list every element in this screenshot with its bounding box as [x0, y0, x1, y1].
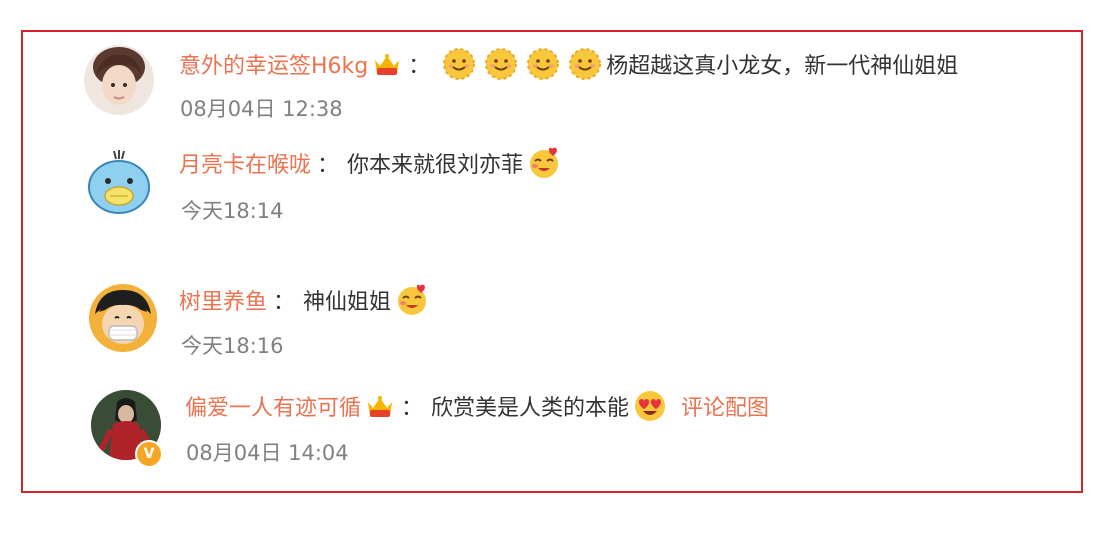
comment-image-link[interactable]: 评论配图	[681, 390, 769, 422]
comment-text: 神仙姐姐	[303, 290, 392, 315]
avatar[interactable]	[84, 149, 154, 219]
comment-text: 你本来就很刘亦菲	[347, 153, 524, 178]
comment-username[interactable]: 树里养鱼	[179, 284, 267, 316]
crown-badge-icon	[372, 50, 402, 78]
comment-timestamp: 今天18:14	[181, 199, 284, 223]
smile-emoji-icon	[525, 46, 561, 82]
heart-eyes-emoji-icon	[632, 388, 668, 424]
comment-colon: ：	[317, 153, 340, 178]
crown-badge-icon	[365, 392, 395, 420]
comment-username[interactable]: 偏爱一人有迹可循	[185, 390, 361, 422]
comment-username[interactable]: 意外的幸运签H6kg	[179, 48, 368, 80]
comment-colon: ：	[408, 54, 431, 79]
comment-timestamp: 今天18:16	[181, 334, 284, 358]
smile-emoji-icon	[567, 46, 603, 82]
verified-badge-icon: V	[135, 440, 163, 468]
comment-text: 欣赏美是人类的本能	[431, 396, 630, 421]
comment-timestamp: 08月04日 14:04	[186, 441, 349, 465]
comment-timestamp: 08月04日 12:38	[180, 97, 343, 121]
comment-username[interactable]: 月亮卡在喉咙	[179, 147, 311, 179]
avatar[interactable]	[84, 45, 154, 115]
comment-text: 杨超越这真小龙女，新一代神仙姐姐	[606, 54, 959, 79]
smile-emoji-icon	[483, 46, 519, 82]
smile-emoji-icon	[441, 46, 477, 82]
comment-colon: ：	[273, 290, 296, 315]
love-face-emoji-icon	[526, 145, 562, 181]
avatar[interactable]	[89, 284, 157, 352]
love-face-emoji-icon	[394, 282, 430, 318]
comment-colon: ：	[401, 396, 424, 421]
comment-list-frame: 意外的幸运签H6kg ： 杨超越这真小龙女，新一代神仙姐姐 08月04日 12:…	[21, 30, 1083, 493]
